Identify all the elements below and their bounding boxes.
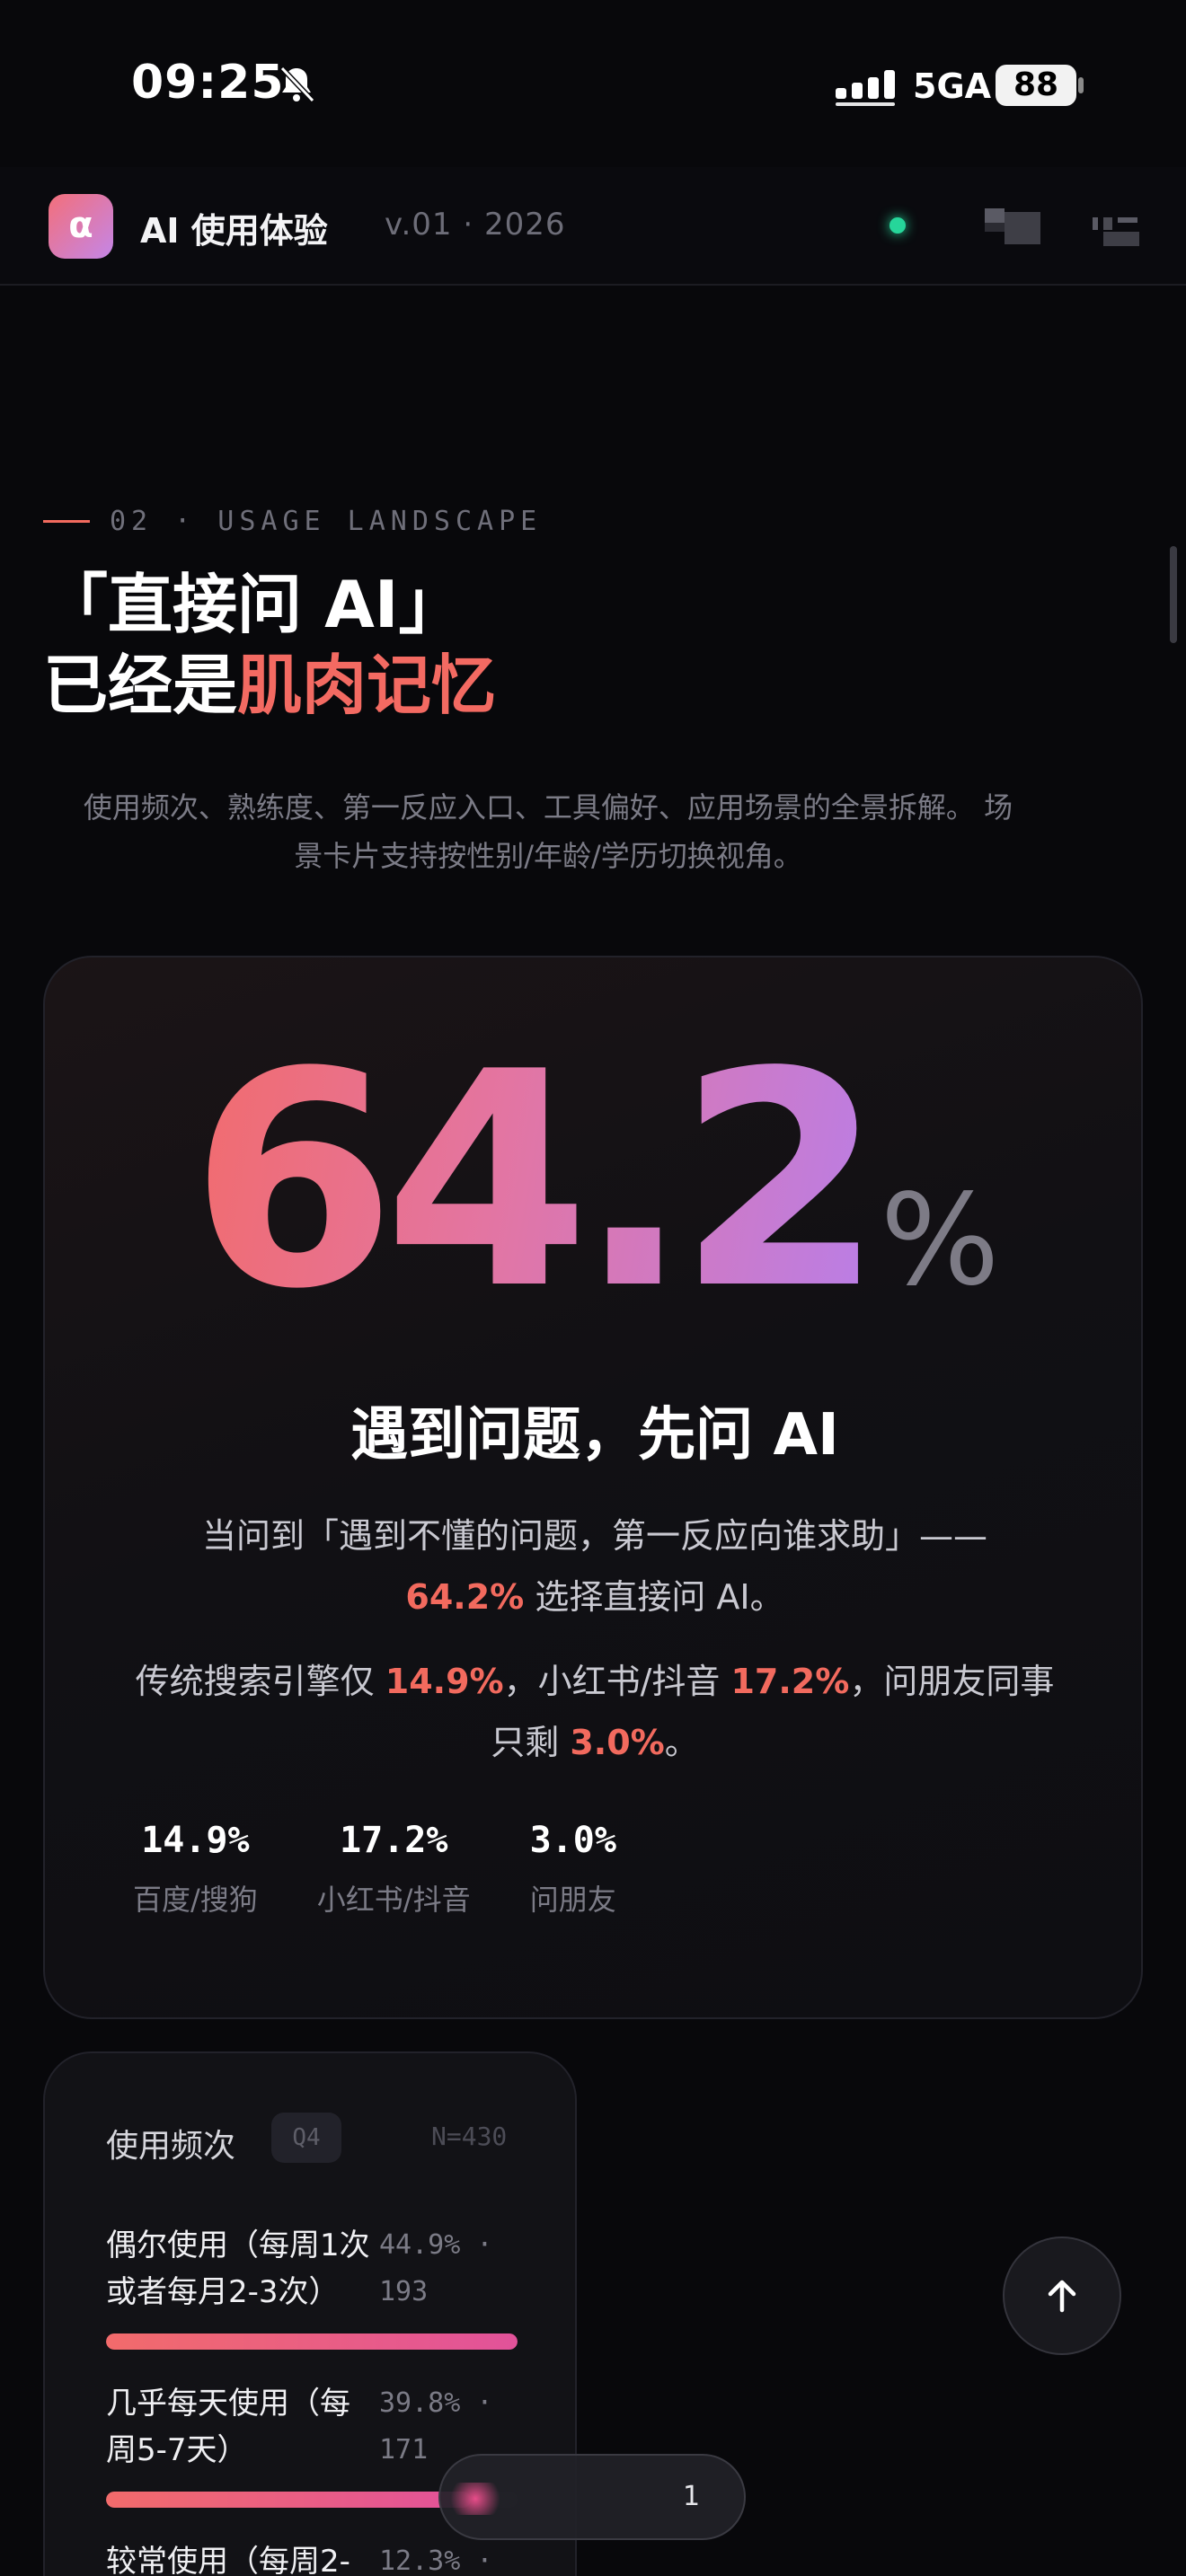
arrow-up-icon xyxy=(1048,2280,1076,2313)
menu-icon[interactable] xyxy=(985,208,1040,244)
battery-icon: 88 xyxy=(996,65,1076,106)
row-label: 几乎每天使用（每周5-7天） xyxy=(106,2386,350,2468)
row-bar-track xyxy=(106,2333,518,2350)
hero-p2-a: 传统搜索引擎仅 xyxy=(135,1662,385,1701)
hero-stat-card: 64.2% 遇到问题，先问 AI 当问到「遇到不懂的问题，第一反应向谁求助」——… xyxy=(43,956,1143,2019)
hero-p2-highlight-2: 17.2% xyxy=(730,1662,850,1701)
section-lede: 使用频次、熟练度、第一反应入口、工具偏好、应用场景的全景拆解。 场景卡片支持按性… xyxy=(83,790,1013,873)
bell-muted-icon xyxy=(279,66,315,103)
row-bar-fill xyxy=(106,2333,518,2350)
signal-icon xyxy=(836,70,895,106)
hero-p2-b: ，小红书/抖音 xyxy=(503,1662,731,1701)
app-title: AI 使用体验 xyxy=(140,211,328,251)
stat-value: 14.9% xyxy=(141,1820,250,1861)
hero-big-number: 64.2% xyxy=(45,1033,1145,1389)
status-time: 09:25 xyxy=(131,56,285,110)
hero-unit: % xyxy=(880,1168,1000,1314)
hero-p2-d: 。 xyxy=(664,1723,699,1762)
stat-value: 17.2% xyxy=(339,1820,448,1861)
row-value: 44.9% · 193 xyxy=(379,2229,493,2307)
hero-stat-row: 14.9% 百度/搜狗 17.2% 小红书/抖音 3.0% 问朋友 xyxy=(133,1820,676,1919)
page-scrollbar[interactable] xyxy=(1170,546,1177,643)
stat-label: 小红书/抖音 xyxy=(316,1883,471,1917)
hero-title: 遇到问题，先问 AI xyxy=(350,1402,839,1469)
headline-plain: 已经是 xyxy=(43,648,238,723)
battery-nub xyxy=(1078,77,1084,93)
hero-value: 64.2 xyxy=(190,1009,883,1354)
mode-icon[interactable] xyxy=(1093,212,1139,248)
pill-glow xyxy=(444,2483,507,2515)
hero-paragraph-1: 当问到「遇到不懂的问题，第一反应向谁求助」—— 64.2% 选择直接问 AI。 xyxy=(135,1505,1055,1628)
sample-size: N=430 xyxy=(431,2122,508,2151)
row-label: 偶尔使用（每周1次或者每月2-3次） xyxy=(106,2228,370,2310)
headline-line-2: 已经是肌肉记忆 xyxy=(43,645,496,726)
pill-text: 1 xyxy=(683,2481,701,2512)
stat-label: 问朋友 xyxy=(529,1883,616,1917)
stat-value: 3.0% xyxy=(529,1820,616,1861)
frequency-title: 使用频次 xyxy=(106,2128,236,2165)
hero-p1-text: 当问到「遇到不懂的问题，第一反应向谁求助」—— xyxy=(201,1516,987,1556)
page: 09:25 5GA 88 α AI 使用体验 v.01 · 2026 02 · … xyxy=(0,0,1186,2576)
hero-p1-highlight: 64.2% xyxy=(405,1577,525,1617)
headline-accent: 肌肉记忆 xyxy=(237,648,497,723)
app-version: v.01 · 2026 xyxy=(385,207,566,243)
app-logo[interactable]: α xyxy=(49,194,113,259)
network-type: 5GA xyxy=(913,66,992,106)
row-value: 12.3% · xyxy=(379,2545,493,2576)
section-headline: 「直接问 AI」 已经是肌肉记忆 xyxy=(43,564,496,726)
live-status-dot xyxy=(890,217,906,234)
section-eyebrow: 02 · USAGE LANDSCAPE xyxy=(43,503,542,539)
floating-pill[interactable]: 1 xyxy=(438,2454,746,2540)
hero-p2-highlight-3: 3.0% xyxy=(570,1723,665,1762)
hero-p1-tail: 选择直接问 AI。 xyxy=(524,1577,784,1617)
row-label: 较常使用（每周2- xyxy=(106,2544,350,2576)
headline-line-1: 「直接问 AI」 xyxy=(43,567,464,642)
hero-p2-highlight-1: 14.9% xyxy=(385,1662,504,1701)
back-to-top-button[interactable] xyxy=(1003,2236,1121,2355)
row-bar-fill xyxy=(106,2492,471,2508)
stat-item: 14.9% 百度/搜狗 xyxy=(133,1820,258,1919)
stat-label: 百度/搜狗 xyxy=(133,1883,258,1917)
status-bar: 09:25 5GA 88 xyxy=(0,0,1186,171)
app-header: α AI 使用体验 v.01 · 2026 xyxy=(0,167,1186,286)
stat-item: 3.0% 问朋友 xyxy=(530,1820,616,1919)
eyebrow-text: 02 · USAGE LANDSCAPE xyxy=(110,505,543,537)
stat-item: 17.2% 小红书/抖音 xyxy=(317,1820,471,1919)
question-tag: Q4 xyxy=(271,2113,341,2163)
hero-paragraph-2: 传统搜索引擎仅 14.9%，小红书/抖音 17.2%，问朋友同事只剩 3.0%。 xyxy=(135,1651,1055,1773)
eyebrow-rule xyxy=(43,519,90,523)
